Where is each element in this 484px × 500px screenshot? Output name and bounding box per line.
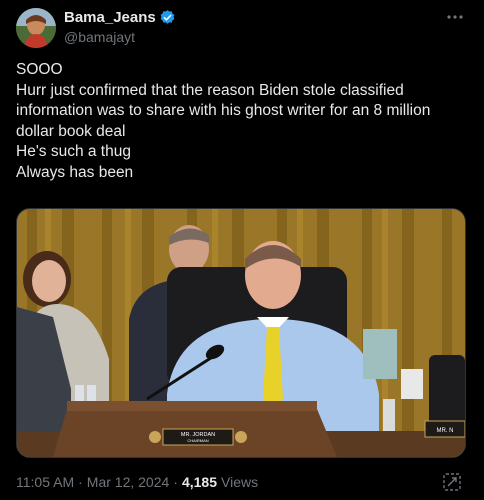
views-label: Views	[221, 474, 259, 490]
tweet-line: Always has been	[16, 163, 134, 181]
tweet-line: information was to share with his ghost …	[16, 102, 431, 119]
tweet-line: He's such a thug	[16, 143, 131, 160]
grok-icon[interactable]	[442, 472, 462, 492]
tweet: Bama_Jeans @bamajayt SOOO Hurr just conf…	[0, 0, 484, 500]
separator: ·	[173, 474, 178, 490]
tweet-text: SOOO Hurr just confirmed that the reason…	[16, 60, 471, 183]
verified-badge-icon	[159, 9, 176, 26]
tweet-line: dollar book deal	[16, 122, 126, 140]
side-nameplate: MR. N	[437, 428, 454, 434]
tweet-time[interactable]: 11:05 AM	[16, 474, 74, 490]
tweet-video[interactable]: MR. JORDAN CHAIRMAN MR. N	[16, 208, 466, 458]
author-header: Bama_Jeans @bamajayt	[64, 8, 176, 45]
nameplate-title: CHAIRMAN	[187, 438, 208, 443]
more-dots-icon[interactable]	[444, 6, 466, 28]
separator: ·	[78, 474, 83, 490]
views-count: 4,185	[181, 474, 218, 490]
tweet-footer: 11:05 AM · Mar 12, 2024 · 4,185 Views	[16, 474, 258, 490]
tweet-line: SOOO	[16, 61, 63, 78]
avatar[interactable]	[16, 8, 56, 48]
display-name[interactable]: Bama_Jeans	[64, 9, 156, 26]
tweet-line: Hurr just confirmed that the reason Bide…	[16, 81, 404, 99]
tweet-date[interactable]: Mar 12, 2024	[87, 474, 170, 490]
handle[interactable]: @bamajayt	[64, 29, 176, 45]
